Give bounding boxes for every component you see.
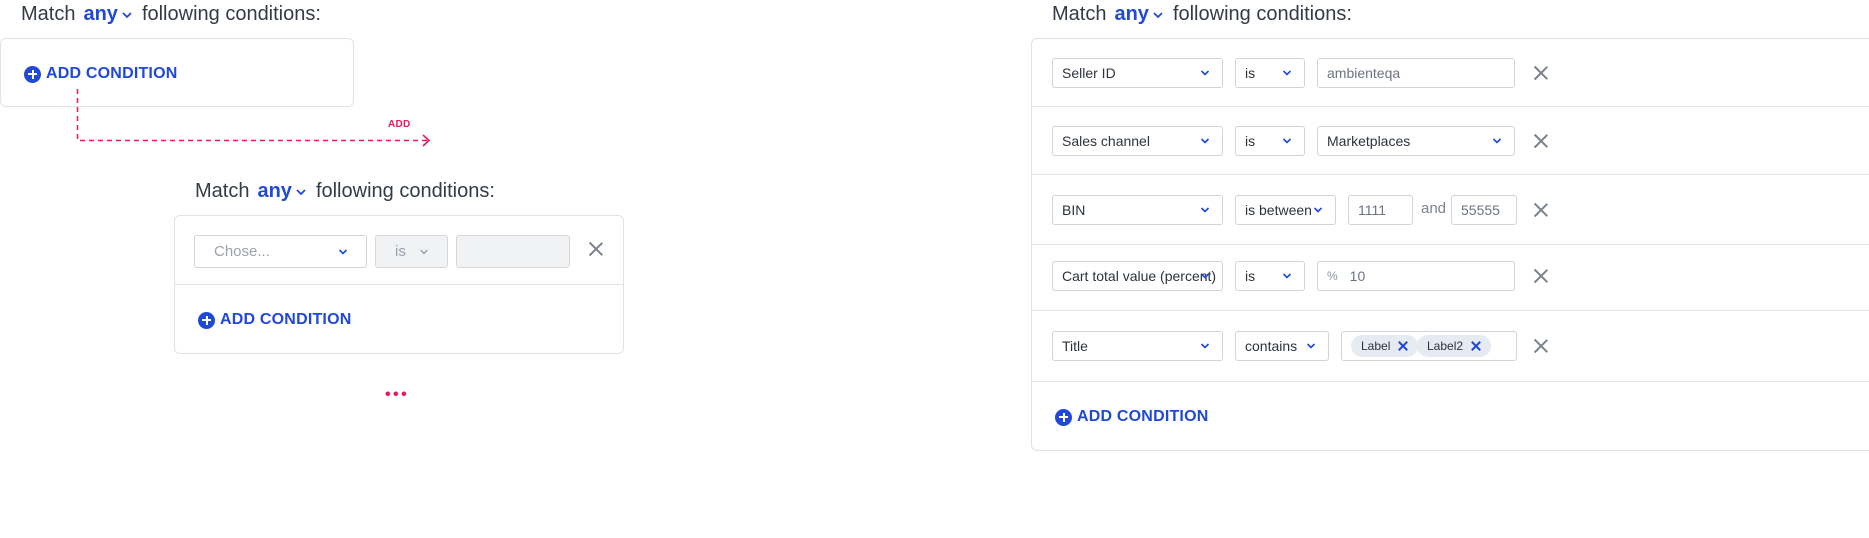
- add-condition-button[interactable]: ADD CONDITION: [1055, 408, 1208, 426]
- row-divider: [1032, 381, 1869, 382]
- dashed-arrow-icon: [76, 89, 431, 147]
- add-condition-label: ADD CONDITION: [220, 311, 352, 328]
- add-condition-button[interactable]: ADD CONDITION: [24, 65, 177, 83]
- remove-condition-button[interactable]: [1534, 134, 1548, 148]
- operator-select[interactable]: is: [375, 235, 448, 268]
- row-divider: [1032, 310, 1869, 311]
- field-value: Seller ID: [1062, 65, 1116, 81]
- operator-value: is: [1245, 268, 1256, 284]
- row-divider: [1032, 244, 1869, 245]
- match-prefix: Match: [1052, 3, 1107, 25]
- chevron-down-icon: [1282, 138, 1292, 144]
- tag-label: Label: [1361, 339, 1391, 353]
- remove-condition-button[interactable]: [1534, 339, 1548, 353]
- row-divider: [175, 284, 623, 285]
- chevron-down-icon: [296, 188, 306, 195]
- plus-circle-icon: [1055, 408, 1072, 426]
- remove-condition-button[interactable]: [589, 242, 603, 256]
- operator-select[interactable]: is: [1235, 126, 1305, 156]
- plus-circle-icon: [24, 65, 41, 83]
- add-condition-label: ADD CONDITION: [46, 65, 178, 82]
- operator-value: is: [1245, 133, 1256, 149]
- value-input[interactable]: [456, 235, 570, 268]
- match-row-step1: Match any following conditions:: [21, 3, 321, 26]
- field-select[interactable]: Title: [1052, 331, 1223, 361]
- match-mode-value: any: [83, 3, 118, 25]
- chevron-down-icon: [1200, 343, 1210, 349]
- operator-select[interactable]: is between: [1235, 195, 1336, 225]
- chevron-down-icon: [338, 249, 348, 255]
- operator-value: is between: [1245, 202, 1312, 218]
- chevron-down-icon: [420, 249, 428, 255]
- field-value: Title: [1062, 338, 1088, 354]
- match-prefix: Match: [21, 3, 76, 25]
- remove-condition-button[interactable]: [1534, 66, 1548, 80]
- match-suffix: following conditions:: [141, 3, 321, 25]
- close-icon[interactable]: [1471, 341, 1481, 351]
- chevron-down-icon: [1200, 207, 1210, 213]
- field-select[interactable]: Chose...: [194, 235, 367, 268]
- field-select[interactable]: Sales channel: [1052, 126, 1223, 156]
- flow-arrow-label: ADD: [388, 119, 411, 130]
- chevron-down-icon: [1200, 273, 1210, 279]
- value-input[interactable]: ambienteqa: [1317, 58, 1515, 88]
- match-mode-dropdown[interactable]: any: [83, 3, 132, 26]
- and-label: and: [1421, 200, 1447, 217]
- match-prefix: Match: [195, 180, 250, 202]
- match-suffix: following conditions:: [315, 180, 495, 202]
- value-text: 10: [1349, 268, 1366, 284]
- field-value: Sales channel: [1062, 133, 1150, 149]
- add-condition-button[interactable]: ADD CONDITION: [198, 311, 351, 329]
- field-value: BIN: [1062, 202, 1086, 218]
- chevron-down-icon: [1306, 343, 1316, 349]
- chevron-down-icon: [1282, 70, 1292, 76]
- chevron-down-icon: [1313, 207, 1323, 213]
- close-icon[interactable]: [1398, 341, 1408, 351]
- more-indicator: • • •: [385, 386, 407, 403]
- match-row-result: Match any following conditions:: [1052, 3, 1352, 26]
- row-divider: [1032, 106, 1869, 107]
- chevron-down-icon: [122, 11, 132, 18]
- operator-select[interactable]: contains: [1235, 331, 1329, 361]
- value-to-text: 55555: [1461, 202, 1500, 218]
- operator-select[interactable]: is: [1235, 58, 1305, 88]
- percent-prefix: %: [1327, 269, 1338, 283]
- remove-condition-button[interactable]: [1534, 269, 1548, 283]
- chevron-down-icon: [1492, 138, 1502, 144]
- match-mode-dropdown[interactable]: any: [1114, 3, 1163, 26]
- operator-value: contains: [1245, 338, 1298, 354]
- operator-select[interactable]: is: [1235, 261, 1305, 291]
- chevron-down-icon: [1282, 273, 1292, 279]
- match-mode-dropdown[interactable]: any: [257, 180, 306, 203]
- operator-value: is: [1245, 65, 1256, 81]
- value-select[interactable]: Marketplaces: [1317, 126, 1515, 156]
- remove-condition-button[interactable]: [1534, 203, 1548, 217]
- tag-chip[interactable]: Label2: [1417, 335, 1492, 357]
- tag-chip[interactable]: Label: [1351, 335, 1419, 357]
- value-text: Marketplaces: [1327, 133, 1411, 149]
- value-text: ambienteqa: [1327, 65, 1401, 81]
- match-mode-value: any: [1114, 3, 1149, 25]
- match-row-step2: Match any following conditions:: [195, 180, 495, 203]
- tag-label: Label2: [1427, 339, 1464, 353]
- field-value: Cart total value (percent): [1062, 268, 1217, 284]
- chevron-down-icon: [1153, 11, 1163, 18]
- value-input[interactable]: % 10: [1317, 261, 1515, 291]
- match-suffix: following conditions:: [1172, 3, 1352, 25]
- match-mode-value: any: [257, 180, 292, 202]
- row-divider: [1032, 174, 1869, 175]
- field-select-placeholder: Chose...: [214, 243, 270, 260]
- field-select[interactable]: BIN: [1052, 195, 1223, 225]
- chevron-down-icon: [1200, 138, 1210, 144]
- operator-value: is: [395, 243, 406, 260]
- field-select[interactable]: Seller ID: [1052, 58, 1223, 88]
- value-to-input[interactable]: 55555: [1451, 195, 1517, 225]
- value-from-input[interactable]: 1111: [1348, 195, 1413, 225]
- chevron-down-icon: [1200, 70, 1210, 76]
- value-from-text: 1111: [1358, 202, 1387, 218]
- plus-circle-icon: [198, 311, 215, 329]
- add-condition-label: ADD CONDITION: [1077, 408, 1209, 425]
- field-select[interactable]: Cart total value (percent): [1052, 261, 1223, 291]
